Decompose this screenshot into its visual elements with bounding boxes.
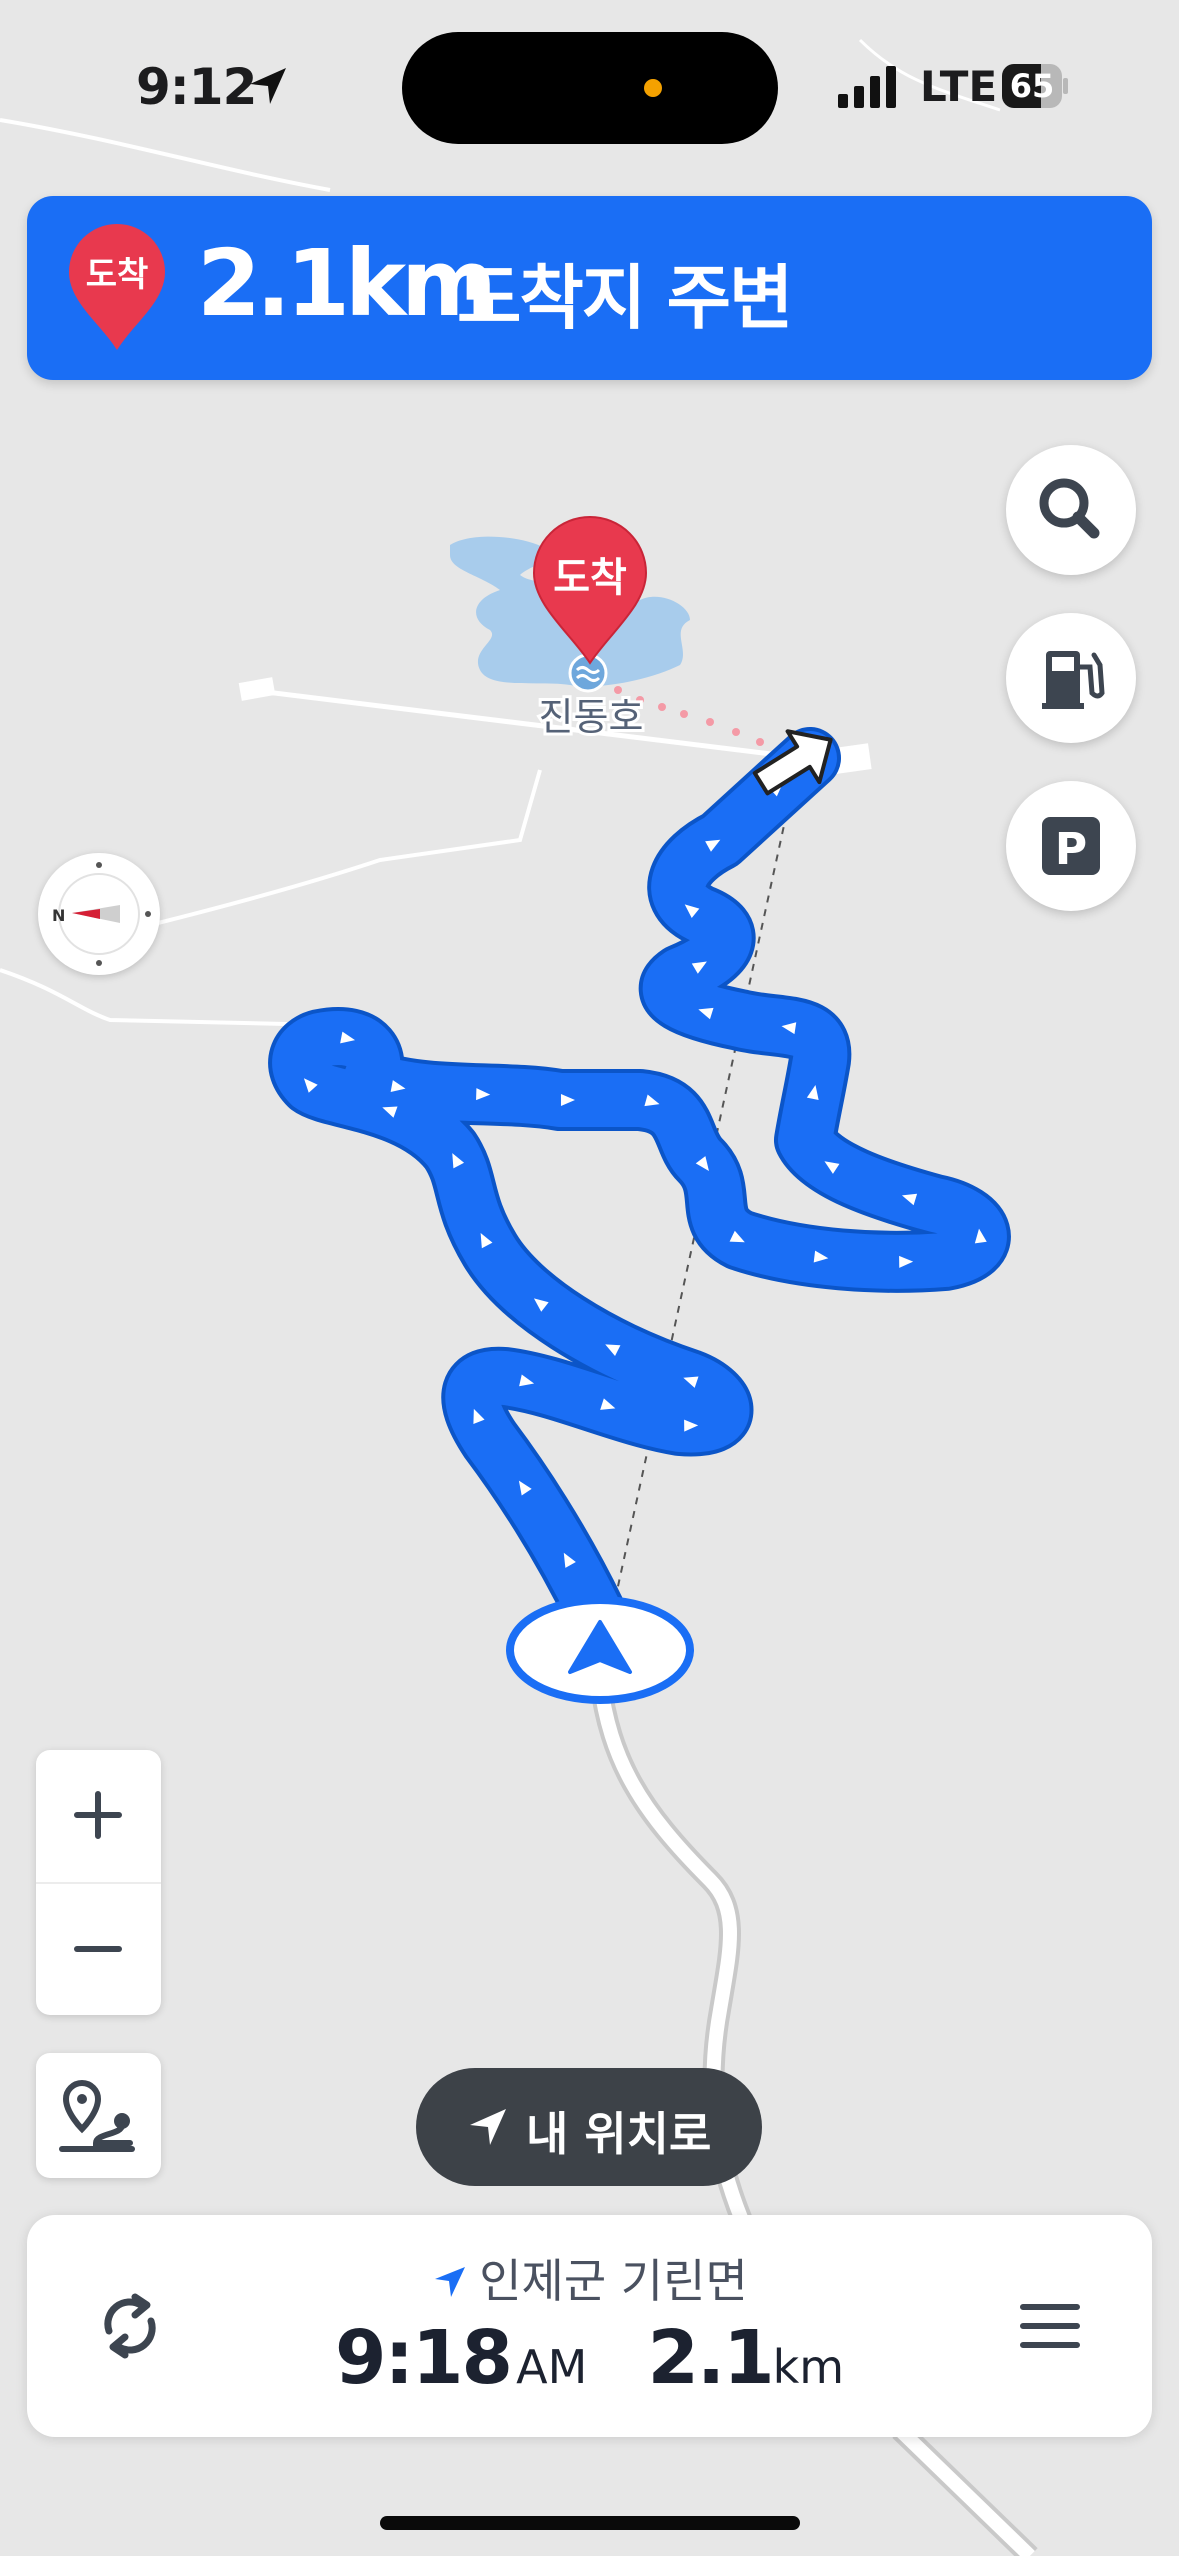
banner-distance: 2.1km [197,230,497,337]
route-icon [59,2079,135,2152]
zoom-controls [36,1750,161,2015]
trip-summary-card: 인제군 기린면 9:18 AM 2.1km [27,2215,1152,2437]
search-button[interactable] [1006,445,1136,575]
current-position-marker [506,1596,694,1704]
destination-pin-icon: 도착 [69,224,165,350]
menu-icon[interactable] [1005,2281,1095,2371]
battery-icon: 65 [1002,64,1068,108]
compass-icon: N [52,862,151,966]
status-time: 9:12 [136,58,257,116]
svg-text:P: P [1055,824,1087,875]
lake-label: 진동호 [539,695,644,739]
location-arrow-icon [470,2109,506,2145]
banner-description: 도착지 주변 [457,257,793,339]
eta-time: 9:18 [334,2315,513,2401]
cellular-signal-icon [838,66,896,108]
remaining-distance-unit: km [772,2340,845,2394]
location-arrow-icon [435,2267,466,2297]
route-overview-button[interactable] [36,2053,161,2178]
search-icon [1039,478,1100,539]
fuel-station-icon [1042,651,1105,709]
road-end-marker [238,677,276,701]
current-location-name: 인제군 기린면 [479,2254,748,2308]
home-indicator [380,2516,800,2530]
network-type: LTE [920,62,998,111]
zoom-out-button[interactable] [36,1884,161,2014]
destination-pin-label: 도착 [553,555,627,601]
dynamic-island [402,32,778,144]
status-bar: 9:12 LTE 65 [0,0,1179,170]
road-continuation [895,2424,1035,2556]
plus-icon [74,1791,122,1839]
parking-icon: P [1042,817,1100,875]
parking-button[interactable]: P [1006,781,1136,911]
my-location-button[interactable]: 내 위치로 [416,2068,762,2186]
zoom-in-button[interactable] [36,1750,161,1880]
road-main [249,687,821,763]
battery-percentage: 65 [1009,67,1055,105]
current-location-row: 인제군 기린면 [27,2245,1152,2311]
privacy-indicator-dot [644,79,662,97]
banner-pin-label: 도착 [86,255,149,295]
gas-station-button[interactable] [1006,613,1136,743]
svg-text:N: N [52,906,65,925]
eta-row: 9:18 AM 2.1km [27,2315,1152,2401]
eta-period: AM [516,2340,588,2394]
road-minor [0,968,331,1027]
compass-button[interactable]: N [38,853,160,975]
road-minor [149,769,542,927]
minus-icon [74,1946,122,1952]
remaining-distance: 2.1 [647,2315,774,2401]
navigation-banner[interactable]: 도착 2.1km 도착지 주변 [27,196,1152,380]
location-services-icon [250,68,286,104]
my-location-label: 내 위치로 [526,2107,712,2161]
